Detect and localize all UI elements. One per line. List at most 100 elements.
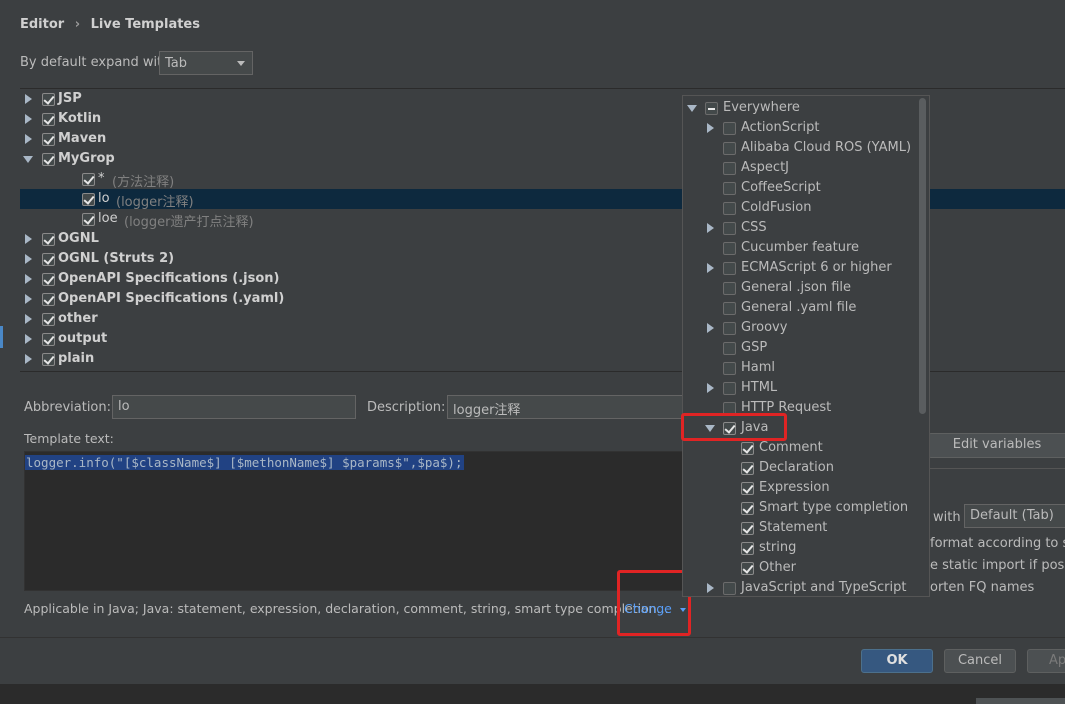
- popup-checkbox[interactable]: [723, 262, 736, 275]
- tree-checkbox[interactable]: [82, 193, 95, 206]
- tree-checkbox[interactable]: [82, 213, 95, 226]
- popup-checkbox[interactable]: [741, 562, 754, 575]
- popup-item[interactable]: string: [683, 538, 919, 558]
- cancel-button[interactable]: Cancel: [944, 649, 1016, 673]
- static-import-option[interactable]: e static import if possib: [930, 558, 1065, 573]
- tree-checkbox[interactable]: [42, 253, 55, 266]
- expand-with-option-value: Default (Tab): [970, 508, 1054, 523]
- popup-checkbox[interactable]: [723, 162, 736, 175]
- template-text-editor[interactable]: logger.info("[$className$] [$methonName$…: [24, 451, 684, 591]
- popup-checkbox[interactable]: [741, 522, 754, 535]
- popup-scrollbar[interactable]: [919, 98, 926, 414]
- popup-item-label: GSP: [741, 340, 768, 355]
- popup-checkbox[interactable]: [741, 502, 754, 515]
- popup-item[interactable]: CSS: [683, 218, 919, 238]
- popup-checkbox[interactable]: [723, 182, 736, 195]
- reformat-option[interactable]: format according to sty: [930, 536, 1065, 551]
- expand-down-icon[interactable]: [687, 105, 697, 112]
- popup-checkbox[interactable]: [741, 442, 754, 455]
- tree-checkbox[interactable]: [42, 93, 55, 106]
- tree-checkbox[interactable]: [42, 293, 55, 306]
- popup-checkbox[interactable]: [723, 282, 736, 295]
- popup-checkbox[interactable]: [723, 302, 736, 315]
- popup-checkbox[interactable]: [723, 342, 736, 355]
- popup-checkbox[interactable]: [705, 102, 718, 115]
- expand-right-icon[interactable]: [25, 134, 32, 144]
- tree-description: (logger遗产打点注释): [124, 215, 254, 230]
- popup-item[interactable]: Statement: [683, 518, 919, 538]
- expand-right-icon[interactable]: [25, 334, 32, 344]
- expand-right-icon[interactable]: [707, 263, 714, 273]
- tree-label: Kotlin: [58, 111, 102, 126]
- popup-checkbox[interactable]: [723, 142, 736, 155]
- expand-right-icon[interactable]: [707, 383, 714, 393]
- tree-checkbox[interactable]: [42, 113, 55, 126]
- popup-item[interactable]: ActionScript: [683, 118, 919, 138]
- description-field[interactable]: logger注释: [447, 395, 687, 419]
- tree-checkbox[interactable]: [42, 273, 55, 286]
- tree-label: JSP: [58, 91, 82, 106]
- expand-right-icon[interactable]: [707, 223, 714, 233]
- popup-checkbox[interactable]: [723, 202, 736, 215]
- expand-right-icon[interactable]: [25, 234, 32, 244]
- tree-checkbox[interactable]: [42, 313, 55, 326]
- popup-item[interactable]: Comment: [683, 438, 919, 458]
- expand-right-icon[interactable]: [25, 294, 32, 304]
- popup-checkbox[interactable]: [723, 362, 736, 375]
- popup-item[interactable]: General .yaml file: [683, 298, 919, 318]
- popup-item[interactable]: Expression: [683, 478, 919, 498]
- expand-right-icon[interactable]: [707, 323, 714, 333]
- popup-item[interactable]: Everywhere: [683, 98, 919, 118]
- popup-checkbox[interactable]: [723, 222, 736, 235]
- popup-item[interactable]: GSP: [683, 338, 919, 358]
- expand-with-select[interactable]: Tab: [159, 51, 253, 75]
- expand-with-option-select[interactable]: Default (Tab): [964, 504, 1065, 528]
- popup-item[interactable]: Other: [683, 558, 919, 578]
- popup-item[interactable]: Alibaba Cloud ROS (YAML): [683, 138, 919, 158]
- popup-checkbox[interactable]: [723, 322, 736, 335]
- popup-item[interactable]: HTML: [683, 378, 919, 398]
- expand-right-icon[interactable]: [25, 114, 32, 124]
- popup-item[interactable]: JavaScript and TypeScript: [683, 578, 919, 596]
- popup-item[interactable]: AspectJ: [683, 158, 919, 178]
- popup-checkbox[interactable]: [741, 542, 754, 555]
- popup-checkbox[interactable]: [723, 382, 736, 395]
- popup-checkbox[interactable]: [723, 582, 736, 595]
- popup-item[interactable]: Declaration: [683, 458, 919, 478]
- expand-right-icon[interactable]: [25, 274, 32, 284]
- expand-right-icon[interactable]: [707, 583, 714, 593]
- popup-item[interactable]: Haml: [683, 358, 919, 378]
- tree-checkbox[interactable]: [42, 233, 55, 246]
- tree-checkbox[interactable]: [42, 153, 55, 166]
- popup-checkbox[interactable]: [741, 482, 754, 495]
- expand-right-icon[interactable]: [25, 254, 32, 264]
- popup-checkbox[interactable]: [723, 122, 736, 135]
- popup-item[interactable]: Groovy: [683, 318, 919, 338]
- shorten-fq-option[interactable]: orten FQ names: [930, 580, 1065, 595]
- tree-checkbox[interactable]: [42, 333, 55, 346]
- popup-item-label: Declaration: [759, 460, 834, 475]
- expand-down-icon[interactable]: [23, 156, 33, 163]
- popup-item[interactable]: ECMAScript 6 or higher: [683, 258, 919, 278]
- tree-checkbox[interactable]: [42, 133, 55, 146]
- expand-right-icon[interactable]: [707, 123, 714, 133]
- tree-checkbox[interactable]: [82, 173, 95, 186]
- expand-right-icon[interactable]: [25, 354, 32, 364]
- ok-button[interactable]: OK: [861, 649, 933, 673]
- abbreviation-field[interactable]: lo: [112, 395, 356, 419]
- expand-right-icon[interactable]: [25, 314, 32, 324]
- popup-checkbox[interactable]: [741, 462, 754, 475]
- background-scrollbar: [976, 698, 1065, 704]
- popup-item[interactable]: CoffeeScript: [683, 178, 919, 198]
- popup-item[interactable]: Cucumber feature: [683, 238, 919, 258]
- popup-checkbox[interactable]: [723, 242, 736, 255]
- apply-button[interactable]: Ap: [1027, 649, 1065, 673]
- popup-item[interactable]: General .json file: [683, 278, 919, 298]
- edit-variables-button[interactable]: Edit variables: [928, 433, 1065, 458]
- tree-checkbox[interactable]: [42, 353, 55, 366]
- popup-item[interactable]: Smart type completion: [683, 498, 919, 518]
- popup-item[interactable]: ColdFusion: [683, 198, 919, 218]
- expand-right-icon[interactable]: [25, 94, 32, 104]
- context-popup[interactable]: Everywhere ActionScript Alibaba Cloud ROS …: [682, 95, 930, 597]
- breadcrumb-editor[interactable]: Editor: [20, 17, 64, 32]
